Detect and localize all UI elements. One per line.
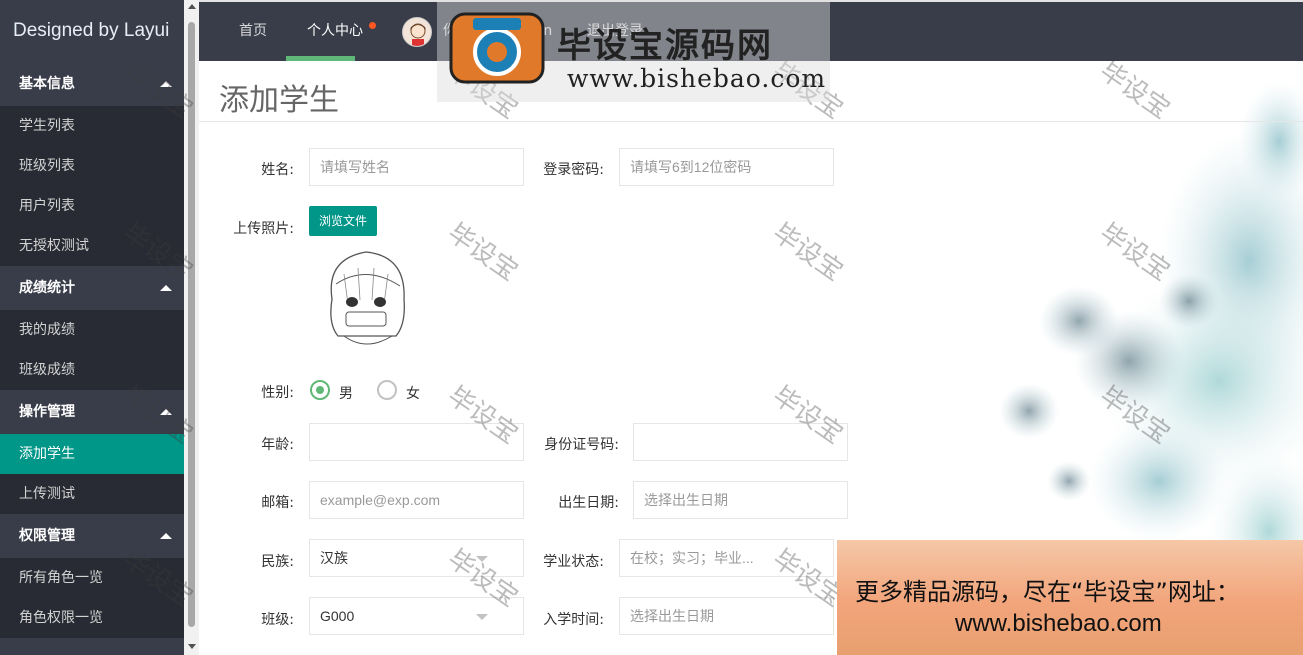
enroll-date-label: 入学时间: (543, 612, 604, 628)
sidebar-item-class-list[interactable]: 班级列表 (0, 146, 184, 186)
nav-home[interactable]: 首页 (239, 2, 267, 61)
password-input[interactable] (619, 148, 834, 186)
caret-up-icon (160, 533, 172, 539)
name-label: 姓名: (261, 162, 294, 178)
watermark-logo-url: www.bishebao.com (567, 64, 827, 93)
age-label: 年龄: (261, 437, 294, 453)
sidebar-item-add-student[interactable]: 添加学生 (0, 434, 184, 474)
promo-banner: 更多精品源码，尽在“毕设宝”网址： www.bishebao.com (837, 540, 1303, 655)
chevron-down-icon[interactable] (476, 556, 488, 562)
sidebar-item-all-roles[interactable]: 所有角色一览 (0, 558, 184, 598)
sidebar-item-role-permissions[interactable]: 角色权限一览 (0, 598, 184, 638)
gender-label: 性别: (261, 385, 294, 401)
nav-group-operations[interactable]: 操作管理 (0, 390, 184, 434)
photo-label: 上传照片: (233, 221, 294, 237)
notification-dot (369, 22, 376, 29)
promo-url: www.bishebao.com (955, 610, 1162, 637)
sidebar-item-user-list[interactable]: 用户列表 (0, 186, 184, 226)
ethnicity-select[interactable]: 汉族 (309, 539, 524, 577)
nav-group-basic-info[interactable]: 基本信息 (0, 62, 184, 106)
caret-up-icon (160, 81, 172, 87)
sidebar: Designed by Layui 基本信息 学生列表 班级列表 用户列表 无授… (0, 0, 184, 655)
birth-date-label: 出生日期: (558, 495, 619, 511)
ethnicity-value: 汉族 (320, 550, 348, 566)
app-logo: Designed by Layui (13, 20, 170, 41)
id-number-input[interactable] (633, 423, 848, 461)
browse-file-button[interactable]: 浏览文件 (309, 206, 378, 236)
sidebar-item-unauthorized-test[interactable]: 无授权测试 (0, 226, 184, 266)
email-label: 邮箱: (261, 495, 294, 511)
gender-female-radio[interactable] (377, 380, 397, 400)
sidebar-item-class-grades[interactable]: 班级成绩 (0, 350, 184, 390)
nav-personal-center[interactable]: 个人中心 (307, 2, 363, 61)
avatar[interactable] (402, 17, 432, 47)
enroll-date-input[interactable] (619, 597, 834, 635)
scroll-up-arrow-icon[interactable] (188, 4, 196, 9)
password-label: 登录密码: (543, 162, 604, 178)
nav-group-label: 成绩统计 (19, 280, 75, 296)
class-value: G000 (320, 608, 355, 624)
caret-up-icon (160, 409, 172, 415)
nav-group-permissions[interactable]: 权限管理 (0, 514, 184, 558)
scroll-thumb[interactable] (188, 22, 195, 627)
page-title: 添加学生 (219, 84, 339, 117)
nav-group-label: 基本信息 (19, 76, 75, 92)
student-photo (330, 251, 405, 345)
sidebar-item-my-grades[interactable]: 我的成绩 (0, 310, 184, 350)
title-divider (199, 121, 1303, 122)
age-input[interactable] (309, 423, 524, 461)
caret-up-icon (160, 285, 172, 291)
promo-text: 更多精品源码，尽在“毕设宝”网址： (855, 578, 1240, 606)
scroll-down-arrow-icon[interactable] (188, 644, 196, 649)
watermark-logo-banner: 毕设宝源码网 www.bishebao.com (437, 2, 830, 102)
gender-male-radio[interactable] (310, 380, 330, 400)
class-label: 班级: (261, 612, 294, 628)
study-status-label: 学业状态: (543, 554, 604, 570)
sidebar-scrollbar[interactable] (184, 0, 199, 655)
id-number-label: 身份证号码: (544, 437, 619, 453)
nav-group-label: 操作管理 (19, 404, 75, 420)
name-input[interactable] (309, 148, 524, 186)
nav-group-grade-stats[interactable]: 成绩统计 (0, 266, 184, 310)
watermark-badge-icon (449, 12, 545, 84)
chevron-down-icon[interactable] (476, 614, 488, 620)
class-select[interactable]: G000 (309, 597, 524, 635)
ethnicity-label: 民族: (261, 554, 294, 570)
nav-group-label: 权限管理 (19, 528, 75, 544)
sidebar-item-student-list[interactable]: 学生列表 (0, 106, 184, 146)
sidebar-item-upload-test[interactable]: 上传测试 (0, 474, 184, 514)
gender-male-label[interactable]: 男 (339, 383, 353, 403)
gender-female-label[interactable]: 女 (406, 383, 420, 403)
watermark-logo-text: 毕设宝源码网 (557, 26, 773, 66)
birth-date-input[interactable] (633, 481, 848, 519)
study-status-input[interactable] (619, 539, 834, 577)
email-input[interactable] (309, 481, 524, 519)
